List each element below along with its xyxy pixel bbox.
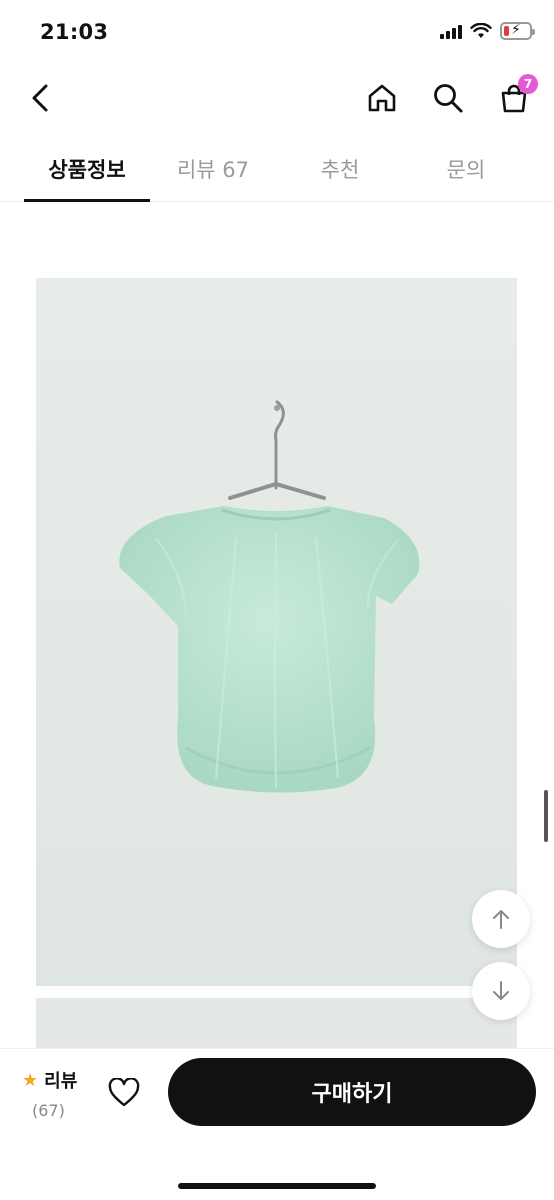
- nav-actions: 7: [362, 74, 538, 118]
- back-button[interactable]: [22, 78, 62, 118]
- tab-reviews[interactable]: 리뷰 67: [150, 154, 276, 184]
- arrow-down-icon: [493, 981, 509, 1000]
- review-summary[interactable]: ★ 리뷰 (67): [22, 1067, 78, 1121]
- home-button[interactable]: [362, 78, 402, 118]
- product-photo: [36, 278, 517, 986]
- cart-button[interactable]: 7: [494, 74, 538, 118]
- buy-button[interactable]: 구매하기: [168, 1058, 536, 1126]
- nav-bar: 7: [0, 64, 554, 134]
- bottom-action-bar: ★ 리뷰 (67) 구매하기: [0, 1048, 554, 1200]
- star-icon: ★: [22, 1069, 39, 1091]
- wishlist-button[interactable]: [104, 1073, 144, 1113]
- search-button[interactable]: [428, 78, 468, 118]
- scroll-down-button[interactable]: [472, 962, 530, 1020]
- home-indicator: [178, 1183, 376, 1189]
- search-icon: [434, 84, 463, 113]
- scroll-up-button[interactable]: [472, 890, 530, 948]
- wifi-icon: [470, 23, 492, 38]
- review-label: 리뷰: [44, 1071, 78, 1092]
- status-time: 21:03: [40, 20, 109, 44]
- product-tabs: 상품정보 리뷰 67 추천 문의: [0, 140, 554, 202]
- status-bar: 21:03 ⚡: [0, 0, 554, 64]
- active-tab-indicator: [24, 199, 150, 202]
- arrow-up-icon: [493, 910, 509, 929]
- back-arrow-icon: [32, 84, 48, 112]
- tab-product-info[interactable]: 상품정보: [24, 154, 150, 184]
- tab-recommend[interactable]: 추천: [277, 154, 403, 184]
- product-image: [36, 278, 517, 986]
- signal-icon: [440, 23, 462, 39]
- status-icons: ⚡: [440, 22, 535, 40]
- heart-icon: [108, 1078, 140, 1107]
- tab-inquiry[interactable]: 문의: [403, 154, 529, 184]
- product-image-2: [36, 998, 517, 1048]
- scroll-indicator[interactable]: [544, 790, 548, 842]
- cart-badge: 7: [518, 74, 538, 94]
- review-count: (67): [32, 1101, 65, 1120]
- home-icon: [368, 84, 396, 112]
- battery-icon: ⚡: [500, 22, 535, 40]
